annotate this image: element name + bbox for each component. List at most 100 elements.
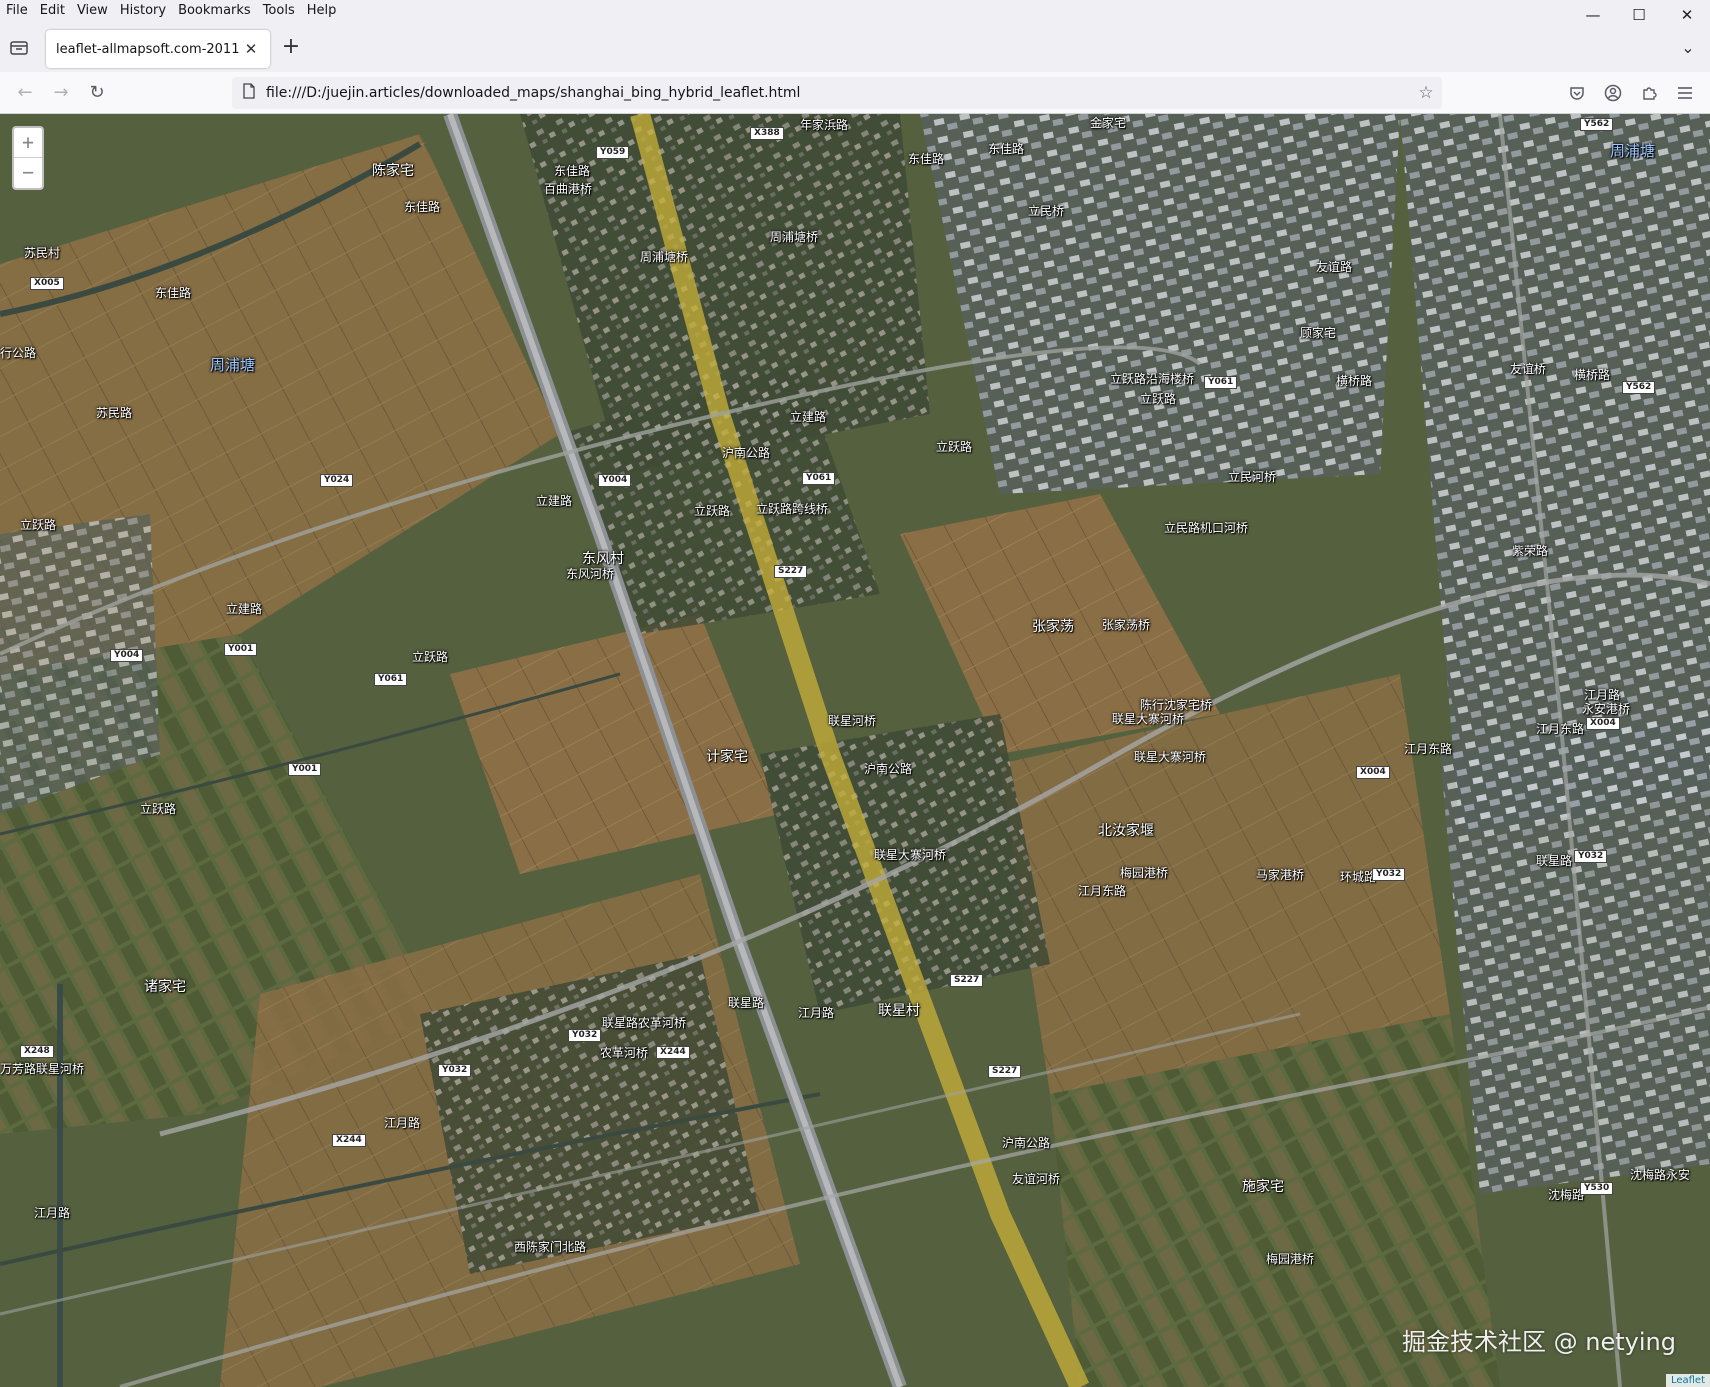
tab-leaflet[interactable]: leaflet-allmapsoft.com-2011 ✕ [46, 30, 270, 68]
map-label: 立跃路 [140, 802, 177, 816]
map-label: 联星大寨河桥 [1112, 712, 1185, 726]
map-label: 联星村 [878, 1003, 920, 1019]
map-label: 立民桥 [1028, 204, 1065, 218]
map-label: 金家宅 [1090, 116, 1127, 130]
menu-hamburger-icon[interactable] [1672, 80, 1698, 106]
forward-button[interactable]: → [46, 78, 76, 108]
map-label: 诸家宅 [144, 979, 186, 995]
map-label: 立建路 [790, 410, 827, 424]
map-label: 东佳路 [554, 164, 591, 178]
map-label: 联星大寨河桥 [1134, 750, 1207, 764]
tab-close-icon[interactable]: ✕ [242, 40, 260, 58]
map-label: 友谊河桥 [1012, 1172, 1061, 1186]
url-text[interactable]: file:///D:/juejin.articles/downloaded_ma… [266, 85, 1410, 101]
reload-button[interactable]: ↻ [82, 78, 112, 108]
map-label: 北汝家堰 [1098, 823, 1154, 839]
road-shield: S227 [988, 1065, 1022, 1078]
map-label: 江月东路 [1536, 722, 1585, 736]
satellite-imagery [0, 114, 1710, 1387]
menu-bar: File Edit View History Bookmarks Tools H… [0, 0, 1710, 22]
map-label: 立建路 [536, 494, 573, 508]
menu-bookmarks[interactable]: Bookmarks [172, 1, 257, 21]
map-label: 东佳路 [155, 286, 192, 300]
map-label: 东佳路 [404, 200, 441, 214]
map-label: 农革河桥 [600, 1046, 649, 1060]
map-label: 计家宅 [706, 749, 748, 765]
zoom-in-button[interactable]: + [14, 128, 42, 158]
map-label: 顾家宅 [1300, 326, 1337, 340]
back-button[interactable]: ← [10, 78, 40, 108]
new-tab-button[interactable]: + [278, 34, 304, 60]
road-shield: Y032 [568, 1029, 602, 1042]
map-label: 立跃路跨线桥 [756, 502, 829, 516]
zoom-control: + − [12, 126, 44, 190]
pocket-icon[interactable] [1564, 80, 1590, 106]
map-view[interactable]: + − 金家宅 年家浜路 陈家宅 东佳路 百曲港桥 东佳路 东佳路 苏民村 东佳… [0, 114, 1710, 1387]
road-shield: Y024 [320, 474, 354, 487]
map-label: 横桥路 [1336, 374, 1373, 388]
page-icon [232, 83, 266, 103]
map-label: 周浦塘 [210, 356, 256, 374]
account-icon[interactable] [1600, 80, 1626, 106]
list-all-tabs-button[interactable] [8, 37, 32, 59]
map-label: 沈梅路永安 [1630, 1168, 1691, 1182]
map-label: 立跃路沿海楼桥 [1110, 372, 1195, 386]
map-label: 立跃路 [694, 504, 731, 518]
map-label: 百曲港桥 [544, 182, 593, 196]
map-label: 环城路 [1340, 870, 1377, 884]
menu-file[interactable]: File [0, 1, 34, 21]
menu-edit[interactable]: Edit [34, 1, 71, 21]
tab-strip: leaflet-allmapsoft.com-2011 ✕ + ⌄ [0, 22, 1710, 72]
map-label: 张家荡 [1032, 619, 1074, 635]
road-shield: Y032 [438, 1064, 472, 1077]
road-shield: X005 [30, 277, 64, 290]
map-label: 立跃路 [936, 440, 973, 454]
map-label: 施家宅 [1242, 1179, 1284, 1195]
extensions-icon[interactable] [1636, 80, 1662, 106]
map-label: 沪南公路 [722, 446, 771, 460]
menu-view[interactable]: View [71, 1, 114, 21]
map-label: 周浦塘 [1610, 142, 1656, 160]
road-shield: Y004 [598, 474, 632, 487]
map-label: 陈家宅 [372, 163, 414, 179]
map-label: 万芳路联星河桥 [0, 1062, 85, 1076]
map-label: 友谊路 [1316, 260, 1353, 274]
map-label: 行公路 [0, 346, 37, 360]
bookmark-star-icon[interactable]: ☆ [1410, 83, 1442, 103]
map-label: 联星大寨河桥 [874, 848, 947, 862]
leaflet-attribution-link[interactable]: Leaflet [1665, 1374, 1710, 1387]
menu-help[interactable]: Help [301, 1, 343, 21]
tab-list-icon [10, 41, 28, 55]
map-label: 联星河桥 [828, 714, 877, 728]
map-label: 沪南公路 [1002, 1136, 1051, 1150]
chevron-down-icon[interactable]: ⌄ [1676, 36, 1700, 60]
road-shield: X004 [1356, 766, 1390, 779]
map-label: 梅园港桥 [1120, 866, 1169, 880]
road-shield: Y061 [374, 673, 408, 686]
map-label: 张家荡桥 [1102, 618, 1151, 632]
map-label: 东风河桥 [566, 567, 615, 581]
map-label: 友谊桥 [1510, 362, 1547, 376]
url-bar[interactable]: file:///D:/juejin.articles/downloaded_ma… [232, 77, 1442, 109]
road-shield: Y562 [1622, 381, 1656, 394]
road-shield: Y059 [596, 146, 630, 159]
road-shield: Y061 [802, 472, 836, 485]
road-shield: Y032 [1372, 868, 1406, 881]
map-label: 立建路 [226, 602, 263, 616]
road-shield: X004 [1586, 717, 1620, 730]
map-label: 周浦塘桥 [640, 250, 689, 264]
road-shield: Y004 [110, 649, 144, 662]
map-label: 东佳路 [908, 152, 945, 166]
menu-history[interactable]: History [114, 1, 172, 21]
map-label: 联星路农革河桥 [602, 1016, 687, 1030]
menu-tools[interactable]: Tools [257, 1, 301, 21]
navigation-bar: ← → ↻ file:///D:/juejin.articles/downloa… [0, 72, 1710, 114]
map-label: 马家港桥 [1256, 868, 1305, 882]
road-shield: Y530 [1580, 1182, 1614, 1195]
road-shield: S227 [950, 974, 984, 987]
road-shield: Y001 [288, 763, 322, 776]
map-label: 立跃路 [412, 650, 449, 664]
map-label: 江月东路 [1078, 884, 1127, 898]
zoom-out-button[interactable]: − [14, 158, 42, 188]
road-shield: Y562 [1580, 118, 1614, 131]
